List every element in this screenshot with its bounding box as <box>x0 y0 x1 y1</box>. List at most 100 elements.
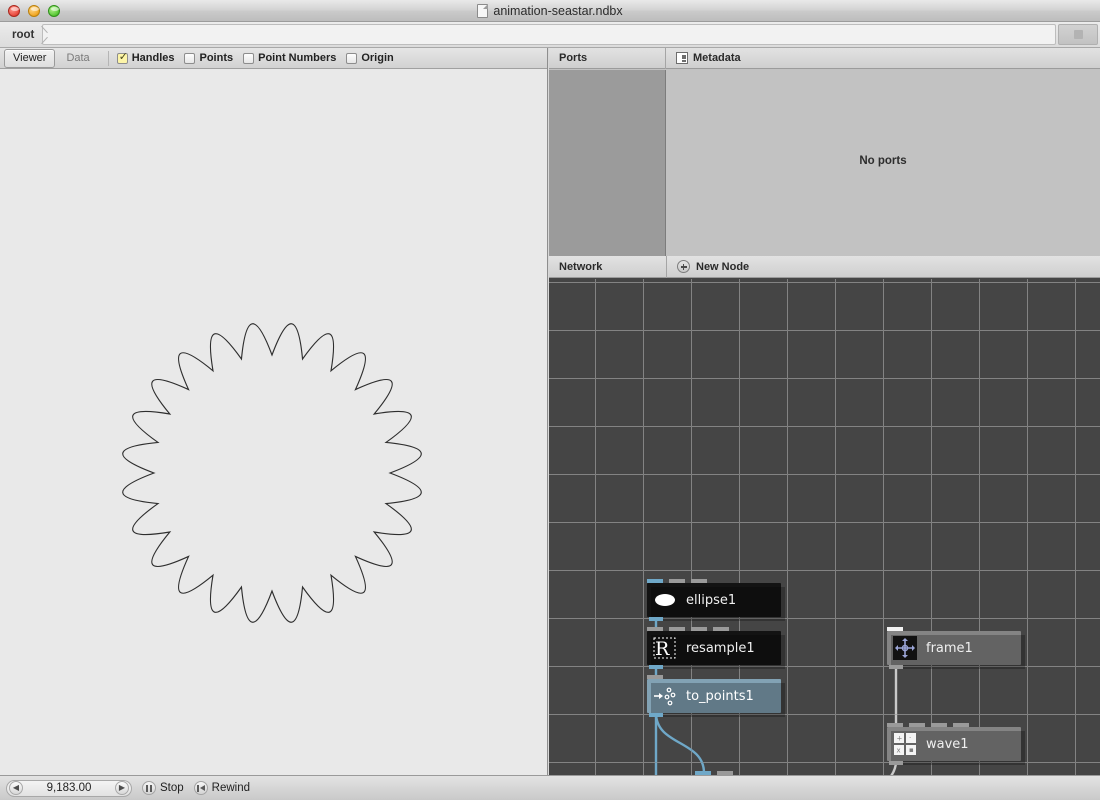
ports-panel: Ports Metadata No ports <box>549 47 1100 256</box>
metadata-list-icon <box>676 52 688 64</box>
frame-value[interactable]: 9,183.00 <box>23 782 115 794</box>
checkbox-origin-label: Origin <box>361 52 394 64</box>
stop-button[interactable]: Stop <box>142 781 184 795</box>
wave-grid-icon: + · x ▪ <box>892 731 918 757</box>
input-port[interactable] <box>931 723 947 727</box>
seastar-shape <box>122 323 422 623</box>
checkbox-origin-box <box>346 52 358 64</box>
input-port[interactable] <box>695 771 711 775</box>
input-port[interactable] <box>887 627 903 631</box>
input-port[interactable] <box>647 579 663 583</box>
output-port[interactable] <box>649 665 663 669</box>
wire-to_points1-to-shift1 <box>654 712 706 774</box>
input-port[interactable] <box>953 723 969 727</box>
ports-list-column[interactable] <box>549 70 666 256</box>
address-bar: root <box>0 22 1100 48</box>
ports-detail-column: No ports <box>666 70 1100 256</box>
tab-metadata-label: Metadata <box>693 52 741 64</box>
input-port[interactable] <box>691 627 707 631</box>
node-input-ports[interactable] <box>887 723 969 727</box>
node-input-ports[interactable] <box>647 579 707 583</box>
to-points-icon <box>652 683 678 709</box>
input-port[interactable] <box>669 579 685 583</box>
node-input-ports[interactable] <box>647 627 729 631</box>
rewind-icon <box>193 781 208 795</box>
node-input-ports[interactable] <box>695 771 733 775</box>
zoom-window-button[interactable] <box>48 4 60 17</box>
new-node-label: New Node <box>696 260 750 273</box>
rewind-button[interactable]: Rewind <box>193 781 251 795</box>
input-port[interactable] <box>669 627 685 631</box>
window-controls <box>8 4 60 17</box>
tab-network-label: Network <box>559 260 603 273</box>
viewer-pane: Viewer Data Handles Points Point Numbers <box>0 48 548 775</box>
checkbox-handles-box <box>116 51 128 64</box>
checkbox-handles[interactable]: Handles <box>116 51 174 64</box>
network-panel: Network New Node ellipse1 Rresample1 to_po… <box>549 255 1100 775</box>
svg-text:R: R <box>655 638 670 660</box>
frame-move-icon <box>892 635 918 661</box>
viewer-canvas[interactable] <box>0 70 547 775</box>
network-tab-bar: Network New Node <box>549 255 1100 278</box>
svg-text:▪: ▪ <box>909 746 914 754</box>
output-port[interactable] <box>889 761 903 765</box>
minimize-window-button[interactable] <box>28 4 40 17</box>
input-port[interactable] <box>691 579 707 583</box>
frame-stepper[interactable]: ◀ 9,183.00 ▶ <box>6 779 132 797</box>
tab-ports-label: Ports <box>559 52 588 64</box>
plus-circle-icon <box>677 260 690 273</box>
viewer-toolbar: Viewer Data Handles Points Point Numbers <box>0 48 547 69</box>
rewind-label: Rewind <box>211 782 251 794</box>
no-ports-message: No ports <box>859 155 907 167</box>
input-port[interactable] <box>647 675 663 679</box>
tab-network[interactable]: Network <box>549 255 667 278</box>
application-window: animation-seastar.ndbx root Viewer Data … <box>0 0 1100 800</box>
network-canvas[interactable]: ellipse1 Rresample1 to_points1 frame1 + · x ▪ wa… <box>549 279 1100 775</box>
viewer-options: Handles Points Point Numbers Origin <box>116 51 394 64</box>
input-port[interactable] <box>909 723 925 727</box>
ports-tab-bar: Ports Metadata <box>549 47 1100 69</box>
toolbar-divider <box>107 50 109 66</box>
chevron-right-icon <box>39 23 49 47</box>
input-port[interactable] <box>717 771 733 775</box>
frame-prev-button[interactable]: ◀ <box>9 781 23 795</box>
input-port[interactable] <box>887 723 903 727</box>
stop-label: Stop <box>160 782 184 794</box>
title-bar: animation-seastar.ndbx <box>0 0 1100 22</box>
node-wave1[interactable]: + · x ▪ wave1 <box>887 723 1025 765</box>
svg-text:x: x <box>897 747 901 755</box>
output-port[interactable] <box>889 665 903 669</box>
node-input-ports[interactable] <box>647 675 663 679</box>
window-title: animation-seastar.ndbx <box>493 4 623 18</box>
breadcrumb-item-root[interactable]: root <box>0 23 43 47</box>
address-field[interactable] <box>42 24 1056 45</box>
checkbox-origin[interactable]: Origin <box>346 52 394 64</box>
node-to_points1[interactable]: to_points1 <box>647 675 785 717</box>
address-action-button[interactable] <box>1058 24 1098 45</box>
transport-bar: ◀ 9,183.00 ▶ Stop Rewind <box>0 775 1100 800</box>
node-label: frame1 <box>926 640 973 656</box>
frame-next-button[interactable]: ▶ <box>115 781 129 795</box>
node-label: to_points1 <box>686 688 754 704</box>
resample-r-icon: R <box>652 635 678 661</box>
node-input-ports[interactable] <box>887 627 903 631</box>
output-port[interactable] <box>649 713 663 717</box>
checkbox-point-numbers-label: Point Numbers <box>258 52 337 64</box>
checkbox-points[interactable]: Points <box>184 52 233 64</box>
input-port[interactable] <box>713 627 729 631</box>
checkbox-point-numbers[interactable]: Point Numbers <box>243 52 336 64</box>
tab-metadata[interactable]: Metadata <box>666 48 751 69</box>
close-window-button[interactable] <box>8 4 20 17</box>
node-ellipse1[interactable]: ellipse1 <box>647 579 785 621</box>
tab-viewer[interactable]: Viewer <box>4 48 56 68</box>
output-port[interactable] <box>649 617 663 621</box>
node-label: resample1 <box>686 640 755 656</box>
new-node-button[interactable]: New Node <box>667 256 759 278</box>
tab-ports[interactable]: Ports <box>549 47 666 69</box>
svg-text:·: · <box>909 734 911 742</box>
node-frame1[interactable]: frame1 <box>887 627 1025 669</box>
tab-data[interactable]: Data <box>58 50 97 67</box>
node-resample1[interactable]: Rresample1 <box>647 627 785 669</box>
svg-text:+: + <box>897 735 903 743</box>
input-port[interactable] <box>647 627 663 631</box>
